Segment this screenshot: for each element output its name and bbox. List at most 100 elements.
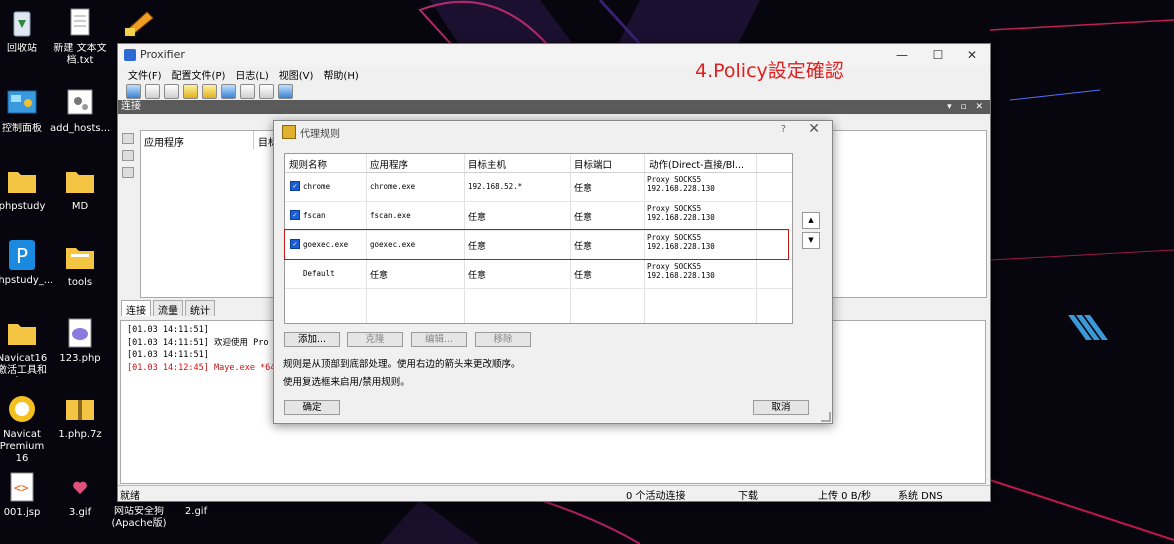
desktop-icon-label: 控制面板 xyxy=(2,123,42,134)
rule-target-host: 任意 xyxy=(468,271,487,281)
desktop-icon-label: 123.php xyxy=(59,353,101,364)
list-view-icon[interactable] xyxy=(122,133,134,144)
desktop-icon-label: 新建 文本文档.txt xyxy=(53,43,107,66)
rules-hint-order: 规则是从顶部到底部处理。使用右边的箭头来更改顺序。 xyxy=(283,359,521,370)
menu-view[interactable]: 视图(V) xyxy=(279,67,314,82)
status-ready: 就绪 xyxy=(120,491,140,502)
desktop-icon-gif-3[interactable]: 3.gif xyxy=(50,470,110,519)
desktop-icon-php-7z[interactable]: 1.php.7z xyxy=(50,392,110,441)
rule-enabled-checkbox[interactable]: ✓ xyxy=(290,181,300,191)
table-row[interactable]: ✓ fscan fscan.exe 任意 任意 Proxy SOCKS5 192.… xyxy=(285,201,792,231)
tab-traffic[interactable]: 流量 xyxy=(153,300,183,317)
column-target-port[interactable]: 目标端口 xyxy=(574,157,612,171)
desktop-icon-navicat-premium[interactable]: Navicat Premium 16 xyxy=(0,392,52,465)
open-profile-icon[interactable] xyxy=(145,83,160,99)
desktop-icon-recycle-bin[interactable]: 回收站 xyxy=(0,6,52,55)
remove-rule-button[interactable]: 移除 xyxy=(475,332,531,347)
minimize-button[interactable]: — xyxy=(886,46,918,64)
proxy-servers-icon[interactable] xyxy=(183,83,198,99)
desktop-icon-label: add_hosts... xyxy=(50,123,110,134)
folder-icon xyxy=(63,240,97,274)
add-rule-button[interactable]: 添加... xyxy=(284,332,340,347)
dialog-close-button[interactable]: ✕ xyxy=(808,121,820,137)
desktop-icon-add-hosts[interactable]: add_hosts... xyxy=(50,86,110,135)
tab-connections[interactable]: 连接 xyxy=(121,300,151,317)
highlight-box xyxy=(284,229,789,260)
navicat-icon xyxy=(5,392,39,426)
desktop-icon-gif-2[interactable]: 2.gif xyxy=(166,506,226,518)
menu-profile[interactable]: 配置文件(P) xyxy=(172,67,226,82)
rules-hint-checkbox: 使用复选框来启用/禁用规则。 xyxy=(283,377,410,388)
move-up-button[interactable]: ▲ xyxy=(802,212,820,229)
desktop-icon-tools-folder[interactable]: tools xyxy=(50,240,110,289)
column-action[interactable]: 动作(Direct-直接/Bl... xyxy=(649,157,744,171)
desktop-icon-label: phpstudy_... xyxy=(0,275,52,286)
desktop-icon-navicat-tools[interactable]: Navicat16激活工具和安... xyxy=(0,316,52,377)
dialog-help-button[interactable]: ? xyxy=(781,124,786,135)
column-application[interactable]: 应用程序 xyxy=(370,157,408,171)
menu-file[interactable]: 文件(F) xyxy=(128,67,162,82)
rule-target-port: 任意 xyxy=(574,213,593,223)
resize-grip[interactable] xyxy=(821,412,831,422)
desktop-icon-phpstudy-shortcut[interactable]: P phpstudy_... xyxy=(0,238,52,287)
desktop-icon-control-panel[interactable]: 控制面板 xyxy=(0,86,52,135)
svg-text:<>: <> xyxy=(14,481,28,495)
rule-application: chrome.exe xyxy=(370,182,416,191)
proxifier-app-icon xyxy=(124,49,136,61)
desktop-icon-new-text-file[interactable]: 新建 文本文档.txt xyxy=(50,6,110,67)
table-row[interactable] xyxy=(285,288,792,317)
close-button[interactable]: ✕ xyxy=(956,46,988,64)
tab-statistics[interactable]: 统计 xyxy=(185,300,215,317)
desktop-icon-wangzhan[interactable]: 网站安全狗(Apache版) xyxy=(108,506,170,530)
rules-dialog-icon xyxy=(282,125,296,139)
desktop-icon-phpstudy-folder[interactable]: phpstudy xyxy=(0,164,52,213)
proxification-rules-icon[interactable] xyxy=(202,83,217,99)
edit-rule-button[interactable]: 编辑... xyxy=(411,332,467,347)
name-resolution-icon[interactable] xyxy=(221,83,236,99)
column-application[interactable]: 应用程序 xyxy=(144,134,184,149)
rule-enabled-checkbox[interactable]: ✓ xyxy=(290,210,300,220)
rule-application: 任意 xyxy=(370,271,389,281)
cancel-button[interactable]: 取消 xyxy=(753,400,809,415)
bottom-tabs: 连接 流量 统计 xyxy=(118,300,215,317)
table-row[interactable]: Default 任意 任意 任意 Proxy SOCKS5 192.168.228… xyxy=(285,259,792,289)
window-title: Proxifier xyxy=(140,48,185,61)
step-annotation: 4.Policy設定確認 xyxy=(695,60,844,82)
column-target-host[interactable]: 目标主机 xyxy=(468,157,506,171)
menu-help[interactable]: 帮助(H) xyxy=(323,67,358,82)
close-connection-icon[interactable] xyxy=(122,150,134,161)
print-icon[interactable] xyxy=(259,83,274,99)
menu-log[interactable]: 日志(L) xyxy=(235,67,268,82)
table-row[interactable]: ✓ chrome chrome.exe 192.168.52.* 任意 Prox… xyxy=(285,172,792,202)
rule-target-port: 任意 xyxy=(574,271,593,281)
proxification-rules-dialog: 代理规则 ? ✕ 规则名称 应用程序 目标主机 目标端口 动作(Direct-直… xyxy=(273,120,833,424)
clone-rule-button[interactable]: 克隆 xyxy=(347,332,403,347)
maximize-button[interactable]: ☐ xyxy=(922,46,954,64)
status-download: 下载 xyxy=(738,491,758,502)
panel-controls[interactable]: ▾ ▫ ✕ xyxy=(947,100,986,114)
desktop-icon-md-folder[interactable]: MD xyxy=(50,164,110,213)
desktop-icon-jsp-file[interactable]: <> 001.jsp xyxy=(0,470,52,519)
desktop-icon-label: 2.gif xyxy=(184,506,208,517)
status-bar: 就绪 0 个活动连接 下载 上传 0 B/秒 系统 DNS xyxy=(118,485,990,502)
details-icon[interactable] xyxy=(122,167,134,178)
help-icon[interactable] xyxy=(278,83,293,99)
desktop-icon-label: 回收站 xyxy=(7,43,37,54)
advanced-icon[interactable] xyxy=(240,83,255,99)
rule-action: Proxy SOCKS5 192.168.228.130 xyxy=(647,204,715,222)
side-toolbar xyxy=(122,133,136,184)
desktop-icon-php-file[interactable]: 123.php xyxy=(50,316,110,365)
recycle-bin-icon xyxy=(5,6,39,40)
column-rule-name[interactable]: 规则名称 xyxy=(289,157,327,171)
toolbar xyxy=(118,82,990,100)
move-down-button[interactable]: ▼ xyxy=(802,232,820,249)
save-profile-icon[interactable] xyxy=(164,83,179,99)
new-profile-icon[interactable] xyxy=(126,83,141,99)
desktop-icon-app-shortcut[interactable] xyxy=(108,6,168,43)
pencil-app-icon xyxy=(121,6,155,40)
ok-button[interactable]: 确定 xyxy=(284,400,340,415)
window-titlebar[interactable]: Proxifier — ☐ ✕ xyxy=(118,44,990,66)
desktop-icon-label: 网站安全狗(Apache版) xyxy=(111,506,167,529)
rule-action: Proxy SOCKS5 192.168.228.130 xyxy=(647,262,715,280)
folder-icon xyxy=(5,164,39,198)
